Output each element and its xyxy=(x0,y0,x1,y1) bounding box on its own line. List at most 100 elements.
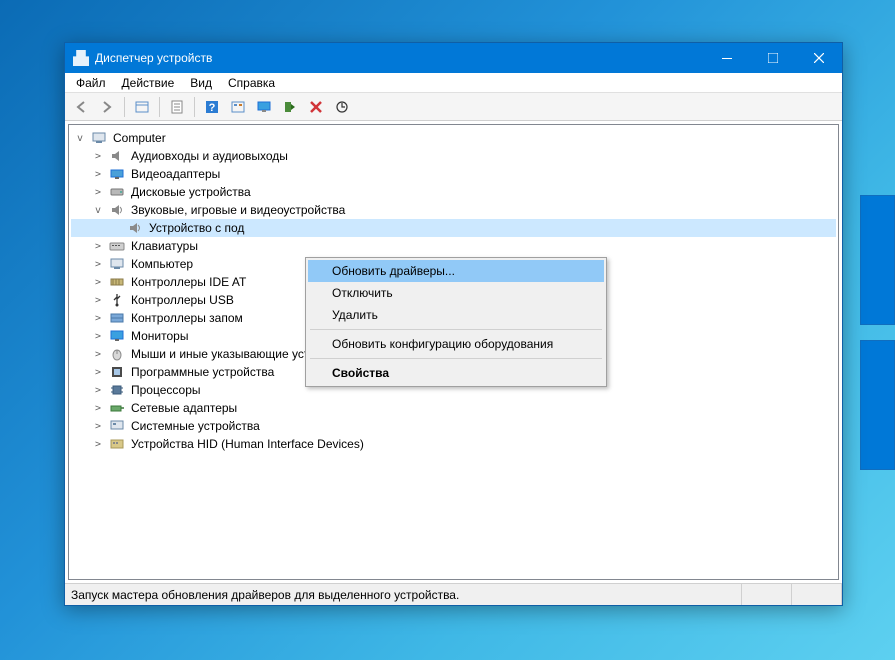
usb-controller-icon xyxy=(109,292,125,308)
update-button[interactable] xyxy=(330,96,354,118)
expand-toggle-icon[interactable]: > xyxy=(91,187,105,198)
status-pane xyxy=(742,584,792,605)
tree-category[interactable]: > Аудиовходы и аудиовыходы xyxy=(71,147,836,165)
monitor-icon xyxy=(109,328,125,344)
status-text: Запуск мастера обновления драйверов для … xyxy=(65,584,742,605)
desktop-tiles xyxy=(860,195,895,485)
tree-category[interactable]: > Системные устройства xyxy=(71,417,836,435)
context-menu: Обновить драйверы... Отключить Удалить О… xyxy=(305,257,607,387)
back-button[interactable] xyxy=(69,96,93,118)
minimize-button[interactable] xyxy=(704,43,750,73)
tree-item-label: Дисковые устройства xyxy=(129,185,253,199)
expand-toggle-icon[interactable]: > xyxy=(91,349,105,360)
scan-button[interactable] xyxy=(226,96,250,118)
tree-item-label: Системные устройства xyxy=(129,419,262,433)
tree-category[interactable]: > Видеоадаптеры xyxy=(71,165,836,183)
titlebar[interactable]: Диспетчер устройств xyxy=(65,43,842,73)
tree-item-label: Видеоадаптеры xyxy=(129,167,222,181)
system-device-icon xyxy=(109,418,125,434)
display-adapter-icon xyxy=(109,166,125,182)
toolbar-separator xyxy=(159,97,160,117)
help-button[interactable]: ? xyxy=(200,96,224,118)
expand-toggle-icon[interactable]: > xyxy=(91,421,105,432)
processor-icon xyxy=(109,382,125,398)
ctx-separator xyxy=(310,329,602,330)
tree-item-label: Контроллеры IDE AT xyxy=(129,275,248,289)
tree-item-label: Аудиовходы и аудиовыходы xyxy=(129,149,290,163)
tree-item-label: Звуковые, игровые и видеоустройства xyxy=(129,203,347,217)
monitor-button[interactable] xyxy=(252,96,276,118)
ctx-remove[interactable]: Удалить xyxy=(308,304,604,326)
expand-toggle-icon[interactable]: > xyxy=(91,169,105,180)
tree-root-label: Computer xyxy=(111,131,168,145)
tree-item-label: Устройства HID (Human Interface Devices) xyxy=(129,437,366,451)
statusbar: Запуск мастера обновления драйверов для … xyxy=(65,583,842,605)
expand-toggle-icon[interactable]: > xyxy=(91,385,105,396)
tree-item-label: Мониторы xyxy=(129,329,190,343)
tree-item-label: Сетевые адаптеры xyxy=(129,401,239,415)
close-button[interactable] xyxy=(796,43,842,73)
tree-device-selected[interactable]: Устройство с под xyxy=(71,219,836,237)
expand-toggle-icon[interactable]: > xyxy=(91,331,105,342)
tree-category[interactable]: > Клавиатуры xyxy=(71,237,836,255)
storage-controller-icon xyxy=(109,310,125,326)
uninstall-button[interactable] xyxy=(304,96,328,118)
expand-toggle-icon[interactable]: > xyxy=(91,295,105,306)
tree-item-label: Устройство с под xyxy=(147,221,246,235)
device-manager-window: Диспетчер устройств Файл Действие Вид Сп… xyxy=(64,42,843,606)
tree-item-label: Программные устройства xyxy=(129,365,276,379)
software-device-icon xyxy=(109,364,125,380)
svg-text:?: ? xyxy=(209,102,216,114)
tree-category[interactable]: > Дисковые устройства xyxy=(71,183,836,201)
toolbar-separator xyxy=(194,97,195,117)
ctx-separator xyxy=(310,358,602,359)
toolbar: ? xyxy=(65,93,842,121)
ctx-properties[interactable]: Свойства xyxy=(308,362,604,384)
expand-toggle-icon[interactable]: v xyxy=(73,133,87,144)
expand-toggle-icon[interactable]: > xyxy=(91,259,105,270)
app-icon xyxy=(73,50,89,66)
toolbar-separator xyxy=(124,97,125,117)
sound-device-icon xyxy=(109,202,125,218)
expand-toggle-icon[interactable]: > xyxy=(91,313,105,324)
keyboard-icon xyxy=(109,238,125,254)
properties-button[interactable] xyxy=(165,96,189,118)
expand-toggle-icon[interactable]: v xyxy=(91,205,105,216)
expand-toggle-icon[interactable]: > xyxy=(91,151,105,162)
mouse-icon xyxy=(109,346,125,362)
disk-drive-icon xyxy=(109,184,125,200)
expand-toggle-icon[interactable]: > xyxy=(91,403,105,414)
audio-io-icon xyxy=(109,148,125,164)
tree-root[interactable]: v Computer xyxy=(71,129,836,147)
ide-controller-icon xyxy=(109,274,125,290)
network-adapter-icon xyxy=(109,400,125,416)
tree-category[interactable]: > Сетевые адаптеры xyxy=(71,399,836,417)
ctx-scan-hardware[interactable]: Обновить конфигурацию оборудования xyxy=(308,333,604,355)
sound-device-icon xyxy=(127,220,143,236)
show-hidden-button[interactable] xyxy=(130,96,154,118)
maximize-button[interactable] xyxy=(750,43,796,73)
window-title: Диспетчер устройств xyxy=(95,51,212,65)
menu-action[interactable]: Действие xyxy=(115,74,182,92)
tree-category[interactable]: > Устройства HID (Human Interface Device… xyxy=(71,435,836,453)
tree-item-label: Процессоры xyxy=(129,383,203,397)
enable-button[interactable] xyxy=(278,96,302,118)
ctx-disable[interactable]: Отключить xyxy=(308,282,604,304)
expand-toggle-icon[interactable]: > xyxy=(91,367,105,378)
ctx-update-drivers[interactable]: Обновить драйверы... xyxy=(308,260,604,282)
tree-category[interactable]: v Звуковые, игровые и видеоустройства xyxy=(71,201,836,219)
tree-item-label: Контроллеры запом xyxy=(129,311,245,325)
forward-button[interactable] xyxy=(95,96,119,118)
expand-toggle-icon[interactable]: > xyxy=(91,439,105,450)
computer-icon xyxy=(91,130,107,146)
computer-icon xyxy=(109,256,125,272)
hid-device-icon xyxy=(109,436,125,452)
desktop-tile xyxy=(860,340,895,470)
menubar: Файл Действие Вид Справка xyxy=(65,73,842,93)
menu-view[interactable]: Вид xyxy=(183,74,219,92)
menu-file[interactable]: Файл xyxy=(69,74,113,92)
menu-help[interactable]: Справка xyxy=(221,74,282,92)
tree-item-label: Компьютер xyxy=(129,257,195,271)
expand-toggle-icon[interactable]: > xyxy=(91,277,105,288)
expand-toggle-icon[interactable]: > xyxy=(91,241,105,252)
